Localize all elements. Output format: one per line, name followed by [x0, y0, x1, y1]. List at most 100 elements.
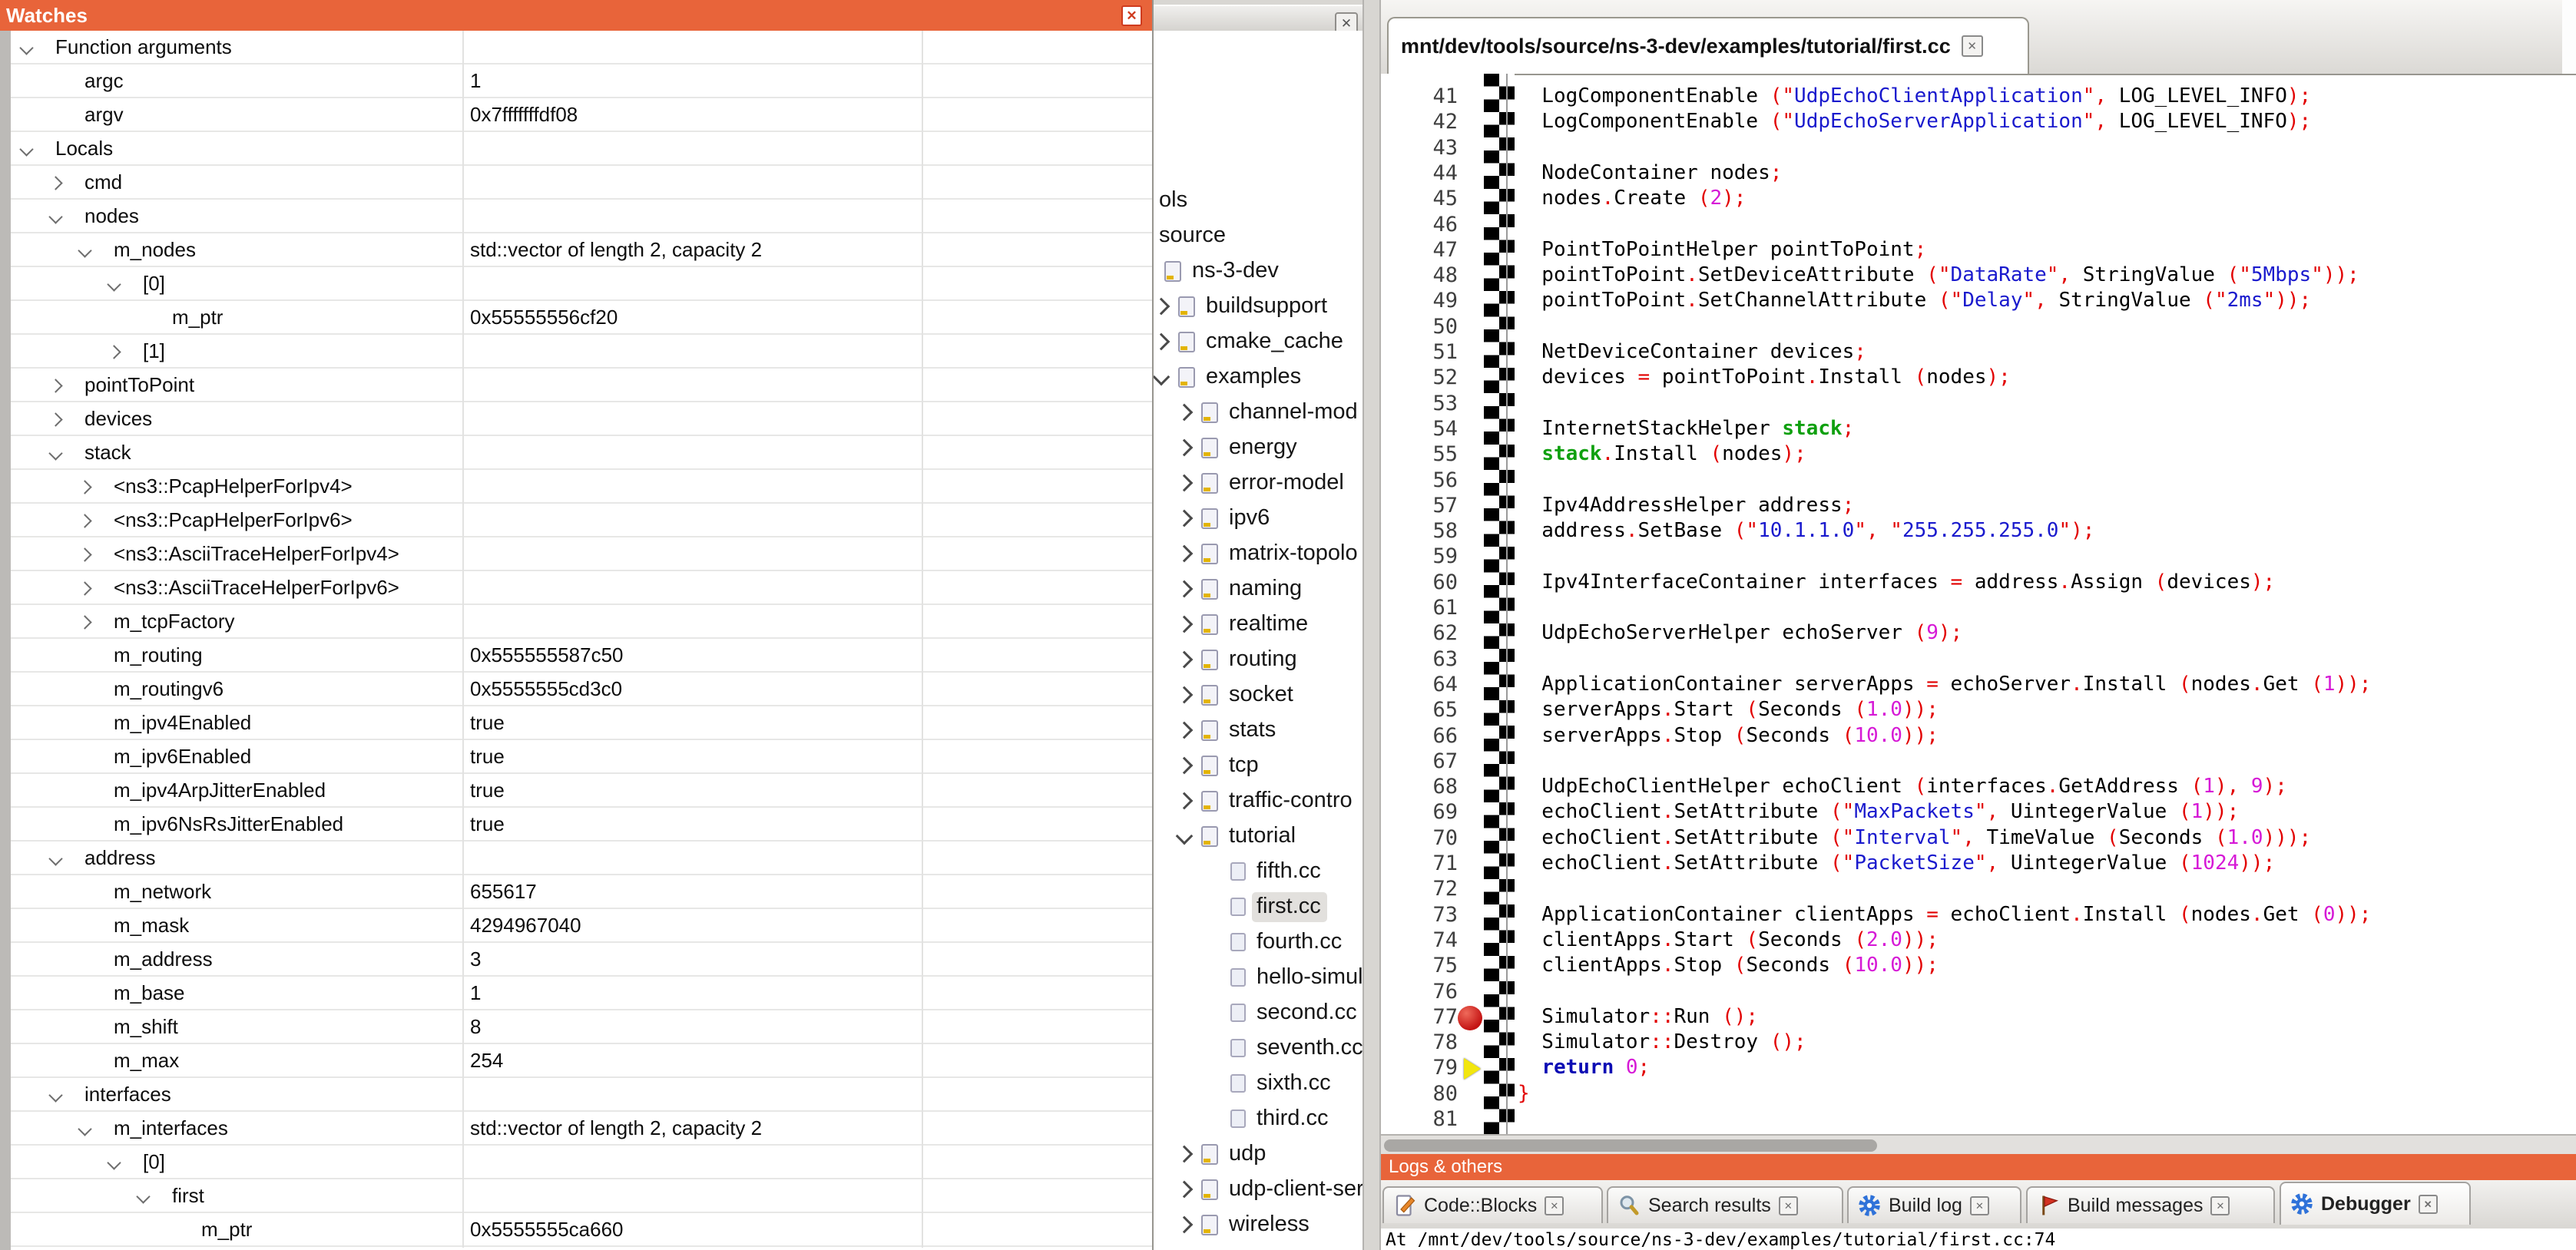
- chevron-right-icon[interactable]: [1176, 1181, 1194, 1199]
- editor-tab-first-cc[interactable]: mnt/dev/tools/source/ns-3-dev/examples/t…: [1387, 17, 2029, 74]
- watch-row[interactable]: m_base1: [11, 977, 1152, 1010]
- close-icon[interactable]: ✕: [1121, 5, 1142, 26]
- watch-row[interactable]: address: [11, 842, 1152, 875]
- line-number[interactable]: 46: [1381, 213, 1458, 236]
- scrollbar-thumb[interactable]: [1384, 1139, 1877, 1152]
- watch-row[interactable]: m_ipv4ArpJitterEnabledtrue: [11, 774, 1152, 808]
- line-number[interactable]: 71: [1381, 852, 1458, 875]
- chevron-down-icon[interactable]: [19, 142, 33, 156]
- breakpoint-icon[interactable]: [1458, 1006, 1482, 1030]
- line-number[interactable]: 57: [1381, 494, 1458, 518]
- close-icon[interactable]: ✕: [1970, 1196, 1989, 1215]
- tree-item-channel-mod[interactable]: channel-mod: [1178, 395, 1362, 430]
- chevron-down-icon[interactable]: [107, 277, 121, 291]
- line-number[interactable]: 72: [1381, 877, 1458, 901]
- watch-row[interactable]: nodes: [11, 200, 1152, 233]
- line-number[interactable]: 78: [1381, 1030, 1458, 1054]
- watch-row[interactable]: argv0x7fffffffdf08: [11, 98, 1152, 132]
- chevron-right-icon[interactable]: [1176, 757, 1194, 775]
- chevron-down-icon[interactable]: [78, 243, 91, 257]
- editor-horizontal-scrollbar[interactable]: [1381, 1134, 2576, 1156]
- watch-row[interactable]: Function arguments: [11, 31, 1152, 64]
- logs-tab-build-messages[interactable]: Build messages✕: [2026, 1186, 2275, 1223]
- line-number[interactable]: 52: [1381, 365, 1458, 389]
- chevron-right-icon[interactable]: [1176, 439, 1194, 457]
- line-number[interactable]: 42: [1381, 110, 1458, 134]
- watch-row[interactable]: m_routing0x555555587c50: [11, 639, 1152, 673]
- line-number[interactable]: 41: [1381, 84, 1458, 108]
- watch-row[interactable]: m_nodesstd::vector of length 2, capacity…: [11, 233, 1152, 267]
- chevron-right-icon[interactable]: [1176, 1216, 1194, 1234]
- tree-item-source[interactable]: source: [1154, 218, 1232, 253]
- logs-tab-code-blocks[interactable]: Code::Blocks✕: [1382, 1186, 1603, 1223]
- tree-item-first.cc[interactable]: first.cc: [1230, 889, 1327, 924]
- chevron-right-icon[interactable]: [78, 547, 91, 561]
- logs-tab-debugger[interactable]: Debugger✕: [2280, 1182, 2471, 1225]
- chevron-down-icon[interactable]: [1176, 828, 1194, 845]
- watches-titlebar[interactable]: Watches: [0, 0, 1152, 31]
- line-number[interactable]: 56: [1381, 468, 1458, 492]
- watch-row[interactable]: m_max254: [11, 1044, 1152, 1078]
- code-area[interactable]: 41 LogComponentEnable ("UdpEchoClientApp…: [1381, 84, 2576, 1134]
- watches-grid[interactable]: Function argumentsargc1argv0x7fffffffdf0…: [0, 31, 1152, 1250]
- chevron-right-icon[interactable]: [1176, 651, 1194, 669]
- line-number[interactable]: 58: [1381, 519, 1458, 543]
- chevron-right-icon[interactable]: [1176, 616, 1194, 633]
- chevron-right-icon[interactable]: [1176, 792, 1194, 810]
- line-number[interactable]: 80: [1381, 1082, 1458, 1106]
- watch-row[interactable]: m_mask4294967040: [11, 909, 1152, 943]
- chevron-right-icon[interactable]: [1153, 298, 1170, 316]
- column-divider[interactable]: [922, 31, 923, 1248]
- line-number[interactable]: 61: [1381, 596, 1458, 620]
- close-icon[interactable]: ✕: [1962, 35, 1983, 57]
- tree-item-udp-client-ser[interactable]: udp-client-ser: [1178, 1172, 1362, 1207]
- line-number[interactable]: 51: [1381, 340, 1458, 364]
- watch-row[interactable]: [0]: [11, 1146, 1152, 1179]
- watch-row[interactable]: m_ipv4Enabledtrue: [11, 706, 1152, 740]
- chevron-down-icon[interactable]: [48, 210, 62, 223]
- line-number[interactable]: 67: [1381, 749, 1458, 773]
- line-number[interactable]: 81: [1381, 1107, 1458, 1131]
- chevron-right-icon[interactable]: [1176, 686, 1194, 704]
- watch-row[interactable]: stack: [11, 436, 1152, 470]
- chevron-right-icon[interactable]: [48, 379, 62, 392]
- tree-item-wireless[interactable]: wireless: [1178, 1207, 1316, 1242]
- line-number[interactable]: 75: [1381, 954, 1458, 977]
- line-number[interactable]: 66: [1381, 724, 1458, 748]
- panel-divider[interactable]: [1362, 0, 1381, 1250]
- line-number[interactable]: 62: [1381, 621, 1458, 645]
- chevron-right-icon[interactable]: [1176, 404, 1194, 422]
- line-number[interactable]: 79: [1381, 1056, 1458, 1080]
- line-number[interactable]: 63: [1381, 647, 1458, 671]
- chevron-right-icon[interactable]: [1176, 722, 1194, 739]
- line-number[interactable]: 53: [1381, 392, 1458, 415]
- tree-item-routing[interactable]: routing: [1178, 642, 1303, 677]
- close-icon[interactable]: ✕: [1779, 1196, 1798, 1215]
- line-number[interactable]: 44: [1381, 161, 1458, 185]
- tree-item-tutorial[interactable]: tutorial: [1178, 818, 1302, 854]
- line-number[interactable]: 59: [1381, 544, 1458, 568]
- logs-tab-search-results[interactable]: Search results✕: [1607, 1186, 1843, 1223]
- tree-item-third.cc[interactable]: third.cc: [1230, 1101, 1334, 1136]
- watch-row[interactable]: cmd: [11, 166, 1152, 200]
- tree-item-udp[interactable]: udp: [1178, 1136, 1272, 1172]
- line-number[interactable]: 47: [1381, 238, 1458, 262]
- watch-row[interactable]: m_ipv6Enabledtrue: [11, 740, 1152, 774]
- chevron-right-icon[interactable]: [48, 176, 62, 190]
- chevron-down-icon[interactable]: [48, 852, 62, 865]
- watch-row[interactable]: m_ptr0x55555556cf20: [11, 301, 1152, 335]
- line-number[interactable]: 49: [1381, 289, 1458, 312]
- tree-item-matrix-topolo[interactable]: matrix-topolo: [1178, 536, 1362, 571]
- tree-item-energy[interactable]: energy: [1178, 430, 1303, 465]
- chevron-down-icon[interactable]: [48, 446, 62, 460]
- line-number[interactable]: 68: [1381, 775, 1458, 799]
- tree-item-seventh.cc[interactable]: seventh.cc: [1230, 1030, 1362, 1066]
- watch-row[interactable]: m_address3: [11, 943, 1152, 977]
- line-number[interactable]: 60: [1381, 570, 1458, 594]
- watch-row[interactable]: m_ptr0x5555555ca660: [11, 1213, 1152, 1247]
- line-number[interactable]: 50: [1381, 315, 1458, 339]
- chevron-right-icon[interactable]: [1176, 1146, 1194, 1163]
- chevron-down-icon[interactable]: [48, 1088, 62, 1102]
- watch-row[interactable]: interfaces: [11, 1078, 1152, 1112]
- tree-item-buildsupport[interactable]: buildsupport: [1155, 289, 1333, 324]
